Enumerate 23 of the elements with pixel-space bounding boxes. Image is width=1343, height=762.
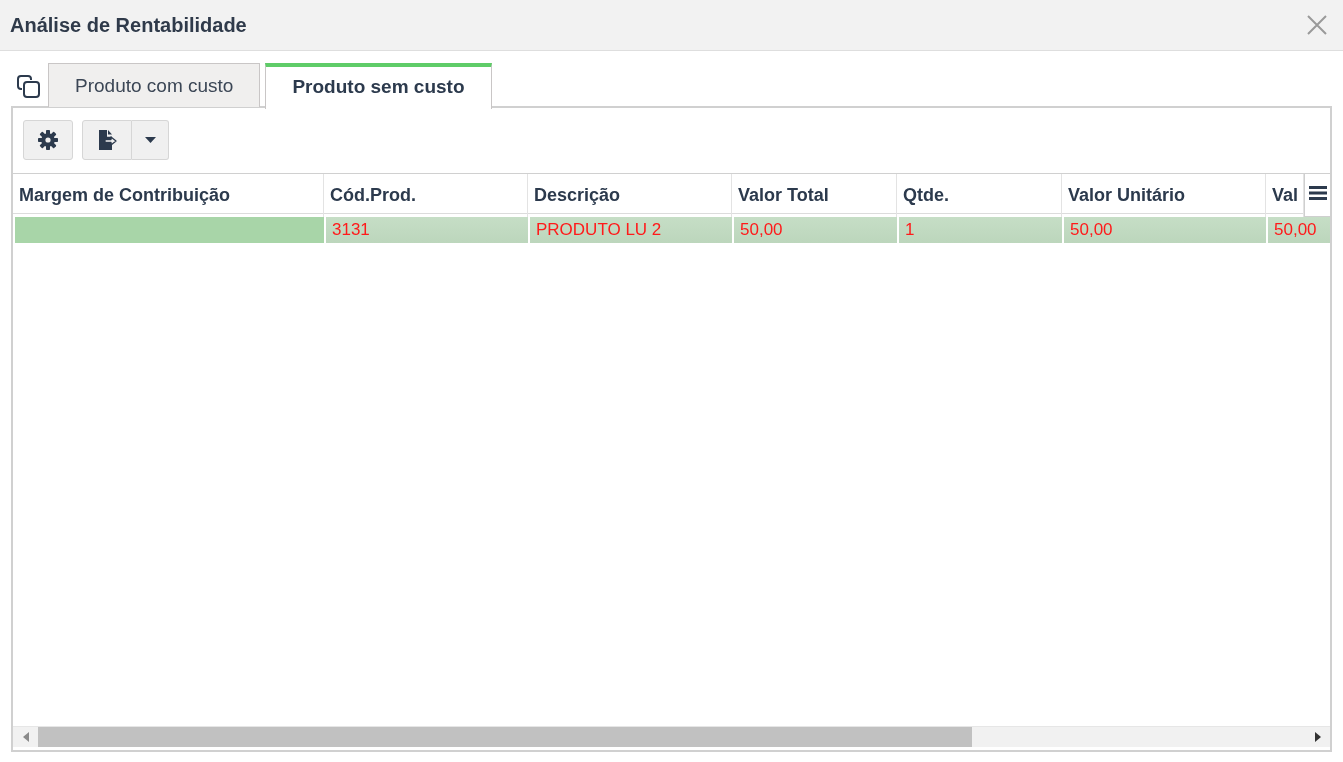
horizontal-scrollbar[interactable] [13, 726, 1330, 747]
scrollbar-thumb[interactable] [38, 727, 972, 747]
gear-icon [38, 130, 58, 150]
table-cell: 1 [897, 217, 1062, 243]
table-cell: 50,00 [732, 217, 897, 243]
table-cell: 3131 [324, 217, 528, 243]
table-cell: PRODUTO LU 2 [528, 217, 732, 243]
close-icon [1307, 15, 1327, 35]
menu-icon [1308, 186, 1327, 200]
table-cell: 50,00 [1062, 217, 1266, 243]
copy-icon[interactable] [17, 75, 40, 98]
scroll-left-icon[interactable] [22, 732, 29, 742]
caret-icon [144, 137, 156, 143]
settings-button[interactable] [23, 120, 73, 160]
file-export-icon [97, 130, 117, 150]
tab[interactable]: Produto sem custo [265, 63, 492, 109]
export-button[interactable] [82, 120, 132, 160]
column-menu-button[interactable] [1304, 174, 1330, 217]
scroll-right-icon[interactable] [1314, 732, 1321, 742]
dropdown-button[interactable] [132, 120, 169, 160]
table-cell: 50,00 [1266, 217, 1330, 243]
tab[interactable]: Produto com custo [48, 63, 261, 107]
window-title: Análise de Rentabilidade [10, 13, 247, 37]
